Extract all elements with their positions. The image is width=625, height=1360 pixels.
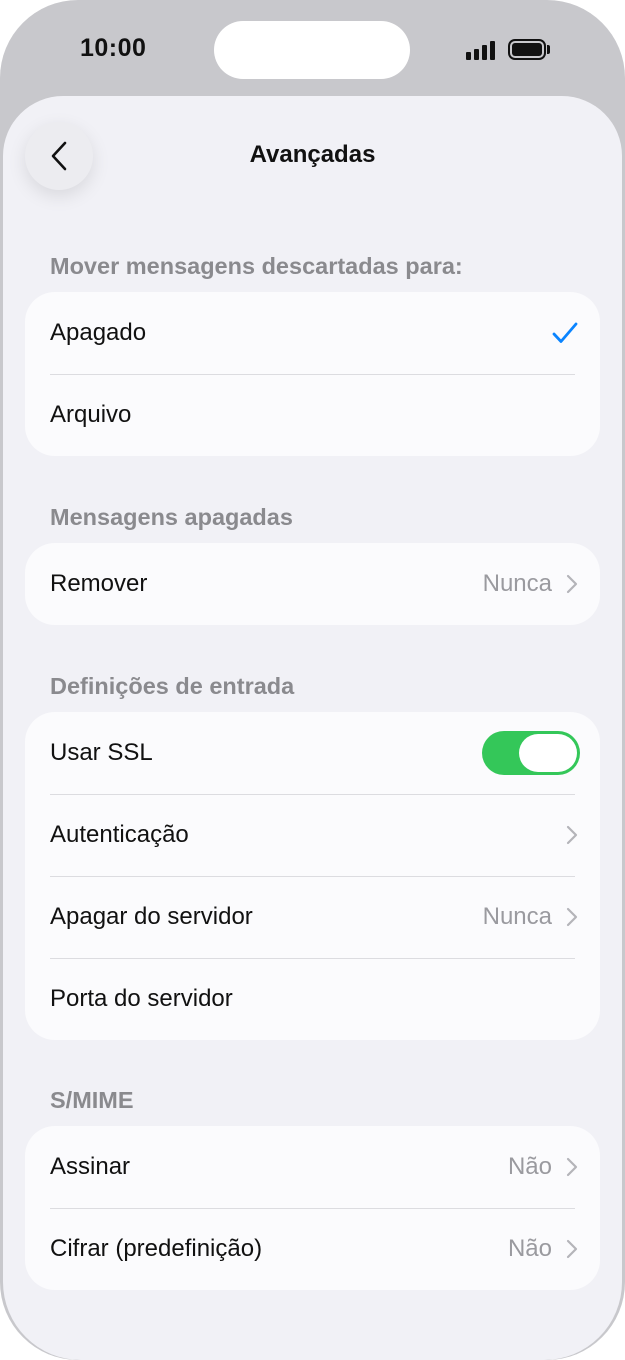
chevron-right-icon [566,825,578,845]
authentication-label: Autenticação [50,821,189,848]
move-options-card: Apagado Arquivo [25,292,600,456]
remove-label: Remover [50,570,148,597]
battery-icon [508,39,546,60]
checkmark-icon [552,322,578,343]
status-time: 10:00 [80,34,147,62]
status-bar: 10:00 [0,0,625,96]
use-ssl-row: Usar SSL [25,712,600,794]
authentication-row[interactable]: Autenticação [25,794,600,876]
signal-icon [466,40,498,60]
server-port-row[interactable]: Porta do servidor [25,958,600,1040]
section-header-incoming: Definições de entrada [50,673,295,699]
option-apagado[interactable]: Apagado [25,292,600,374]
section-header-move: Mover mensagens descartadas para: [50,253,463,279]
remove-row[interactable]: Remover Nunca [25,543,600,625]
chevron-right-icon [566,1239,578,1259]
use-ssl-toggle[interactable] [482,731,580,775]
encrypt-label: Cifrar (predefinição) [50,1235,263,1262]
settings-screen: Avançadas Mover mensagens descartadas pa… [3,96,622,1360]
option-label: Arquivo [50,401,132,428]
server-port-label: Porta do servidor [50,985,233,1012]
sign-value: Não [507,1153,552,1180]
toggle-knob [519,734,577,772]
encrypt-row[interactable]: Cifrar (predefinição) Não [25,1208,600,1290]
deleted-messages-card: Remover Nunca [25,543,600,625]
incoming-settings-card: Usar SSL Autenticação Apagar do servidor… [25,712,600,1040]
delete-from-server-value: Nunca [482,903,552,930]
smime-card: Assinar Não Cifrar (predefinição) Não [25,1126,600,1290]
chevron-right-icon [566,574,578,594]
remove-value: Nunca [482,570,552,597]
sign-row[interactable]: Assinar Não [25,1126,600,1208]
phone-frame: 10:00 Avançadas Mover mensagens descarta… [0,0,625,1360]
delete-from-server-row[interactable]: Apagar do servidor Nunca [25,876,600,958]
use-ssl-label: Usar SSL [50,739,153,766]
sign-label: Assinar [50,1153,131,1180]
dynamic-island [214,21,410,79]
encrypt-value: Não [507,1235,552,1262]
section-header-smime: S/MIME [50,1087,134,1113]
battery-tip [547,45,550,54]
section-header-deleted: Mensagens apagadas [50,504,293,530]
option-label: Apagado [50,319,147,346]
page-title: Avançadas [249,141,376,168]
chevron-right-icon [566,907,578,927]
chevron-right-icon [566,1157,578,1177]
option-arquivo[interactable]: Arquivo [25,374,600,456]
delete-from-server-label: Apagar do servidor [50,903,253,930]
